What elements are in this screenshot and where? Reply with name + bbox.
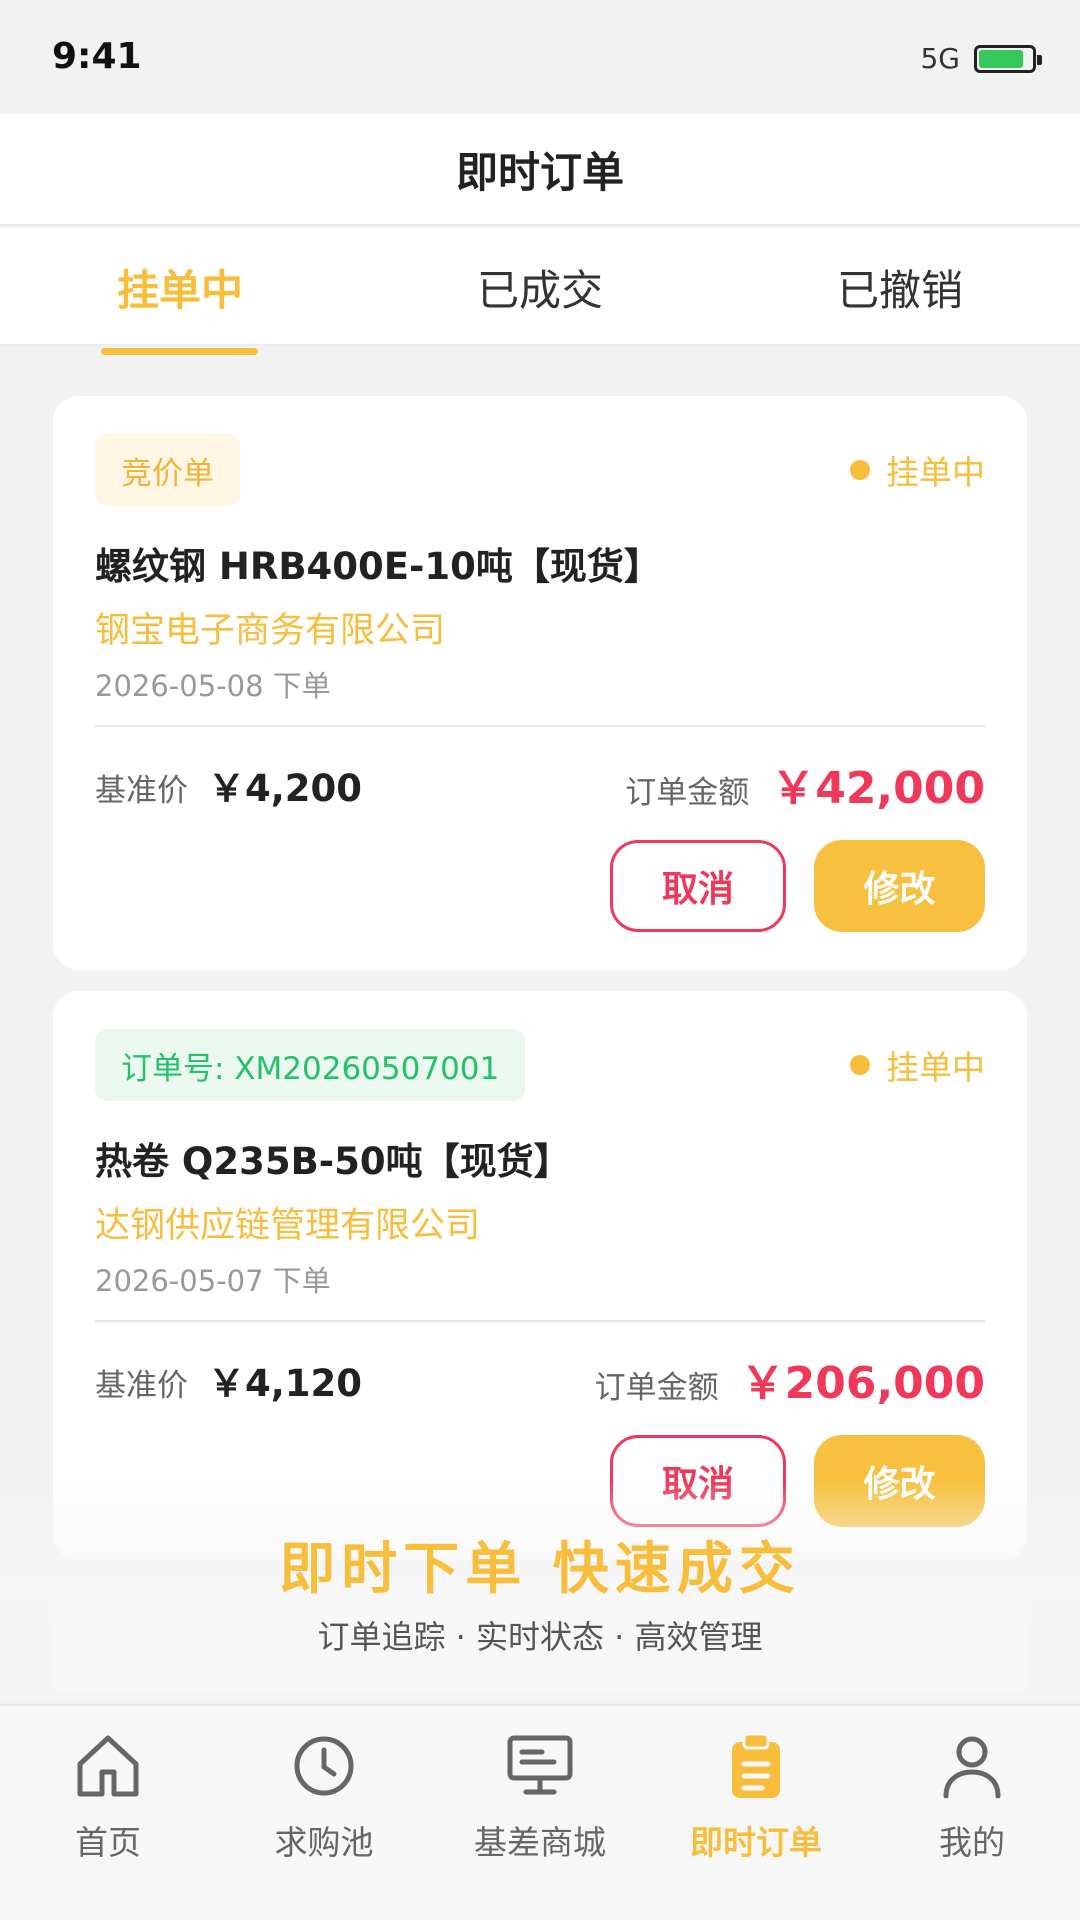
nav-purchase-pool[interactable]: 求购池 bbox=[216, 1728, 432, 1878]
status-time: 9:41 bbox=[52, 36, 142, 77]
edit-button[interactable]: 修改 bbox=[814, 840, 985, 932]
network-label: 5G bbox=[920, 42, 960, 75]
status-bar: 9:41 5G bbox=[0, 0, 1080, 114]
base-price-value: ￥4,200 bbox=[208, 767, 363, 810]
product-name: 热卷 Q235B-50吨【现货】 bbox=[95, 1140, 571, 1183]
order-card[interactable]: 竞价单 挂单中 螺纹钢 HRB400E-10吨【现货】 钢宝电子商务有限公司 2… bbox=[53, 396, 1027, 970]
nav-instant-orders[interactable]: 即时订单 bbox=[648, 1728, 864, 1878]
base-price: 基准价 ￥4,200 bbox=[95, 758, 362, 812]
base-price-value: ￥4,120 bbox=[208, 1362, 363, 1405]
order-amount: 订单金额 ￥42,000 bbox=[625, 752, 985, 816]
order-amount-value: ￥206,000 bbox=[740, 1358, 985, 1409]
nav-home[interactable]: 首页 bbox=[0, 1728, 216, 1878]
clock-icon bbox=[294, 1736, 354, 1796]
clipboard-icon bbox=[732, 1732, 780, 1798]
order-status: 挂单中 bbox=[850, 446, 985, 494]
card-divider bbox=[95, 1320, 985, 1322]
order-tabs: 挂单中 已成交 已撤销 bbox=[0, 228, 1080, 346]
order-card[interactable]: 订单号: XM20260507001 挂单中 热卷 Q235B-50吨【现货】 … bbox=[53, 991, 1027, 1561]
home-icon bbox=[77, 1735, 139, 1797]
company-name[interactable]: 钢宝电子商务有限公司 bbox=[95, 602, 445, 653]
nav-profile-label: 我的 bbox=[939, 1823, 1005, 1862]
card-divider bbox=[95, 725, 985, 727]
order-type-badge: 竞价单 bbox=[95, 434, 240, 506]
order-status-label: 挂单中 bbox=[886, 453, 985, 492]
nav-instant-orders-label: 即时订单 bbox=[690, 1823, 822, 1862]
order-amount-label: 订单金额 bbox=[594, 1370, 719, 1406]
order-date: 2026-05-08 下单 bbox=[95, 669, 331, 703]
nav-purchase-pool-label: 求购池 bbox=[274, 1823, 374, 1862]
promo-title: 即时下单 快速成交 bbox=[279, 1537, 801, 1602]
base-price: 基准价 ￥4,120 bbox=[95, 1353, 362, 1407]
page-title: 即时订单 bbox=[455, 147, 624, 197]
status-dot-icon bbox=[850, 460, 870, 480]
monitor-icon bbox=[507, 1735, 573, 1795]
base-price-label: 基准价 bbox=[95, 1368, 188, 1404]
nav-profile[interactable]: 我的 bbox=[864, 1728, 1080, 1878]
status-dot-icon bbox=[850, 1055, 870, 1075]
base-price-label: 基准价 bbox=[95, 773, 188, 809]
nav-basis-mall-label: 基差商城 bbox=[474, 1823, 606, 1862]
active-tab-indicator bbox=[101, 348, 258, 355]
tab-completed[interactable]: 已成交 bbox=[420, 228, 660, 346]
status-indicators: 5G bbox=[920, 42, 1042, 75]
battery-icon bbox=[974, 44, 1042, 73]
product-name: 螺纹钢 HRB400E-10吨【现货】 bbox=[95, 545, 661, 588]
order-amount-value: ￥42,000 bbox=[771, 763, 985, 814]
page-header: 即时订单 bbox=[0, 114, 1080, 226]
order-amount-label: 订单金额 bbox=[625, 775, 750, 811]
tab-pending[interactable]: 挂单中 bbox=[60, 228, 300, 346]
cancel-button[interactable]: 取消 bbox=[610, 840, 786, 932]
order-number-badge: 订单号: XM20260507001 bbox=[95, 1029, 526, 1101]
tab-cancelled[interactable]: 已撤销 bbox=[780, 228, 1020, 346]
order-status-label: 挂单中 bbox=[886, 1048, 985, 1087]
company-name[interactable]: 达钢供应链管理有限公司 bbox=[95, 1197, 480, 1248]
order-date: 2026-05-07 下单 bbox=[95, 1264, 331, 1298]
bottom-nav: 首页 求购池 基差商城 即时订单 我的 bbox=[0, 1704, 1080, 1920]
order-amount: 订单金额 ￥206,000 bbox=[595, 1347, 985, 1411]
nav-home-label: 首页 bbox=[75, 1823, 141, 1862]
nav-basis-mall[interactable]: 基差商城 bbox=[432, 1728, 648, 1878]
user-icon bbox=[943, 1736, 1001, 1799]
order-status: 挂单中 bbox=[850, 1041, 985, 1089]
promo-subtitle: 订单追踪 · 实时状态 · 高效管理 bbox=[317, 1618, 763, 1656]
